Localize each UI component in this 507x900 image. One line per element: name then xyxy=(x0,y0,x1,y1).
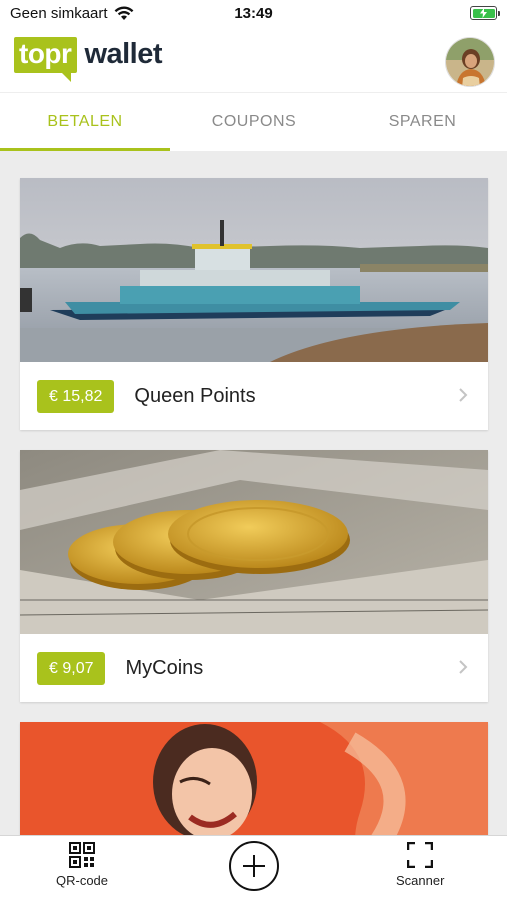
chevron-right-icon xyxy=(459,388,468,402)
card-footer: € 15,82 Queen Points xyxy=(20,362,488,430)
balance-badge: € 15,82 xyxy=(37,379,115,413)
tab-coupons[interactable]: COUPONS xyxy=(170,93,338,151)
scanner-button[interactable]: Scanner xyxy=(396,842,444,888)
add-button[interactable] xyxy=(229,841,279,891)
ferry-photo xyxy=(20,178,488,362)
logo-box: topr xyxy=(14,37,78,82)
coins-photo xyxy=(20,450,488,634)
wallet-list: € 15,82 Queen Points € 9,07 MyCoins xyxy=(0,151,507,835)
topr-wallet-logo: topr wallet xyxy=(14,37,163,82)
charging-bolt-icon xyxy=(480,8,487,18)
battery-icon xyxy=(470,6,500,20)
chevron-right-icon xyxy=(459,660,468,674)
qr-code-icon xyxy=(69,842,96,868)
tab-sparen[interactable]: SPAREN xyxy=(338,93,507,151)
qr-code-button[interactable]: QR-code xyxy=(56,842,108,888)
vintage-woman-photo xyxy=(20,722,488,835)
qr-code-label: QR-code xyxy=(56,873,109,888)
scanner-label: Scanner xyxy=(396,873,445,888)
card-title: MyCoins xyxy=(125,656,204,679)
avatar[interactable] xyxy=(445,37,495,87)
bottom-toolbar: QR-code Scanner xyxy=(0,835,507,900)
wallet-card-mycoins[interactable]: € 9,07 MyCoins xyxy=(20,450,488,702)
wallet-card-queen-points[interactable]: € 15,82 Queen Points xyxy=(20,178,488,430)
tab-betalen[interactable]: BETALEN xyxy=(0,93,170,151)
balance-badge: € 9,07 xyxy=(37,651,106,685)
tab-bar: BETALEN COUPONS SPAREN xyxy=(0,92,507,151)
scanner-icon xyxy=(407,842,434,868)
status-bar: Geen simkaart 13:49 xyxy=(0,0,507,28)
card-title: Queen Points xyxy=(134,384,256,407)
app-header: topr wallet xyxy=(0,28,507,92)
status-time: 13:49 xyxy=(234,5,273,22)
plus-icon xyxy=(243,855,265,877)
card-footer: € 9,07 MyCoins xyxy=(20,634,488,702)
logo-word: wallet xyxy=(84,38,163,70)
wallet-card-third[interactable] xyxy=(20,722,488,835)
